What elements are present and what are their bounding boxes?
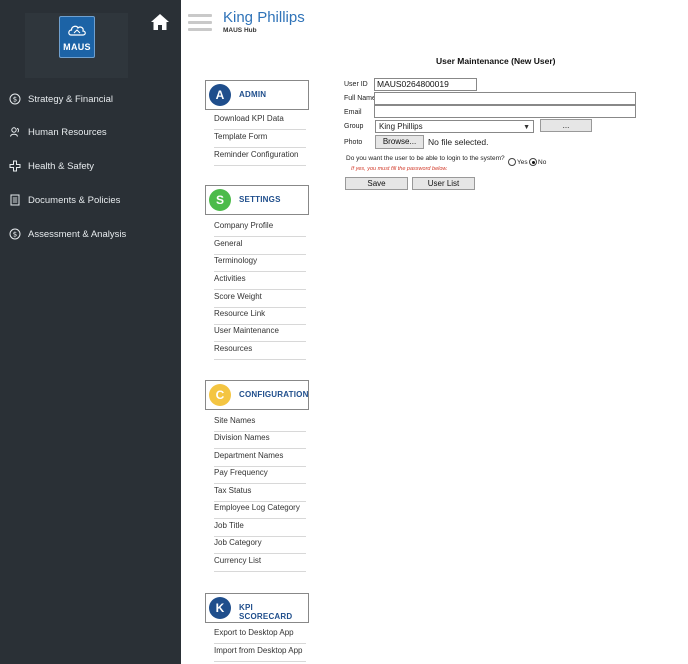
login-question: Do you want the user to be able to login… <box>346 155 505 162</box>
menu-item-terminology[interactable]: Terminology <box>214 254 306 272</box>
login-yes-radio[interactable] <box>508 158 516 166</box>
menu-item-department-names[interactable]: Department Names <box>214 449 306 467</box>
menu-item-score-weight[interactable]: Score Weight <box>214 290 306 308</box>
menu-item-job-title[interactable]: Job Title <box>214 519 306 537</box>
dollar-circle-icon: $ <box>8 92 22 106</box>
people-icon <box>8 125 22 139</box>
company-subtitle: MAUS Hub <box>223 27 257 34</box>
menu-item-general[interactable]: General <box>214 237 306 255</box>
menu-item-employee-log-category[interactable]: Employee Log Category <box>214 501 306 519</box>
menu-item-currency-list[interactable]: Currency List <box>214 554 306 572</box>
medical-cross-icon <box>8 159 22 173</box>
section-kpi-scorecard: K KPI SCORECARD <box>205 593 309 623</box>
section-badge: K <box>209 597 231 619</box>
nav-label: Assessment & Analysis <box>28 228 127 240</box>
menu-item-export-to-desktop-app[interactable]: Export to Desktop App <box>214 626 306 644</box>
svg-text:$: $ <box>13 96 17 104</box>
section-badge: A <box>209 84 231 106</box>
menu-item-resource-link[interactable]: Resource Link <box>214 307 306 325</box>
maus-logo[interactable]: MAUS <box>59 16 95 58</box>
login-yes-label: Yes <box>517 159 528 166</box>
company-title: King Phillips <box>223 9 305 26</box>
file-status: No file selected. <box>428 137 489 147</box>
menu-item-pay-frequency[interactable]: Pay Frequency <box>214 466 306 484</box>
email-input[interactable] <box>374 105 636 118</box>
menu-item-template-form[interactable]: Template Form <box>214 130 306 148</box>
menu-item-job-category[interactable]: Job Category <box>214 536 306 554</box>
form-title: User Maintenance (New User) <box>436 56 556 66</box>
section-admin: A ADMIN <box>205 80 309 110</box>
menu-item-site-names[interactable]: Site Names <box>214 414 306 432</box>
menu-item-tax-status[interactable]: Tax Status <box>214 484 306 502</box>
cloud-logo-icon <box>68 25 86 36</box>
logo-area: MAUS <box>25 13 128 78</box>
email-label: Email <box>344 109 362 116</box>
nav-item-strategy-financial[interactable]: $ Strategy & Financial <box>0 88 181 110</box>
photo-label: Photo <box>344 139 363 146</box>
save-button[interactable]: Save <box>345 177 408 190</box>
section-title: KPI SCORECARD <box>239 603 293 621</box>
menu-item-resources[interactable]: Resources <box>214 342 306 360</box>
nav-label: Documents & Policies <box>28 194 121 206</box>
group-select-value: King Phillips <box>379 122 423 131</box>
nav-item-human-resources[interactable]: Human Resources <box>0 121 181 143</box>
user-id-input[interactable] <box>374 78 477 91</box>
full-name-input[interactable] <box>374 92 636 105</box>
menu-toggle-icon[interactable] <box>188 14 212 32</box>
menu-item-division-names[interactable]: Division Names <box>214 431 306 449</box>
login-no-label: No <box>538 159 547 166</box>
section-configuration: C CONFIGURATION <box>205 380 309 410</box>
section-badge: C <box>209 384 231 406</box>
menu-item-user-maintenance[interactable]: User Maintenance <box>214 324 306 342</box>
full-name-label: Full Name <box>344 95 376 102</box>
menu-item-import-from-desktop-app[interactable]: Import from Desktop App <box>214 644 306 662</box>
nav-label: Strategy & Financial <box>28 93 114 105</box>
menu-item-activities[interactable]: Activities <box>214 272 306 290</box>
home-icon[interactable] <box>150 13 170 31</box>
sidebar: MAUS $ Strategy & Financial Human Resour… <box>0 0 181 664</box>
chevron-down-icon: ▼ <box>523 124 530 131</box>
login-no-radio[interactable] <box>529 158 537 166</box>
document-icon <box>8 193 22 207</box>
nav-label: Human Resources <box>28 126 107 138</box>
user-id-label: User ID <box>344 81 368 88</box>
nav-item-documents-policies[interactable]: Documents & Policies <box>0 189 181 211</box>
logo-text: MAUS <box>63 42 91 52</box>
browse-button[interactable]: Browse... <box>375 135 424 149</box>
section-badge: S <box>209 189 231 211</box>
menu-item-company-profile[interactable]: Company Profile <box>214 219 306 237</box>
group-more-button[interactable]: ... <box>540 119 592 132</box>
nav-item-assessment-analysis[interactable]: $ Assessment & Analysis <box>0 223 181 245</box>
svg-text:$: $ <box>13 231 17 239</box>
group-select[interactable]: King Phillips ▼ <box>375 120 534 133</box>
password-warning: If yes, you must fill the password below… <box>351 166 448 172</box>
nav-label: Health & Safety <box>28 160 95 172</box>
section-title: CONFIGURATION <box>239 390 309 399</box>
menu-item-download-kpi-data[interactable]: Download KPI Data <box>214 112 306 130</box>
section-title: SETTINGS <box>239 195 281 204</box>
user-list-button[interactable]: User List <box>412 177 475 190</box>
group-label: Group <box>344 123 364 130</box>
section-settings: S SETTINGS <box>205 185 309 215</box>
dollar-circle-icon: $ <box>8 227 22 241</box>
section-title: ADMIN <box>239 90 267 99</box>
menu-item-reminder-configuration[interactable]: Reminder Configuration <box>214 148 306 166</box>
nav-item-health-safety[interactable]: Health & Safety <box>0 155 181 177</box>
